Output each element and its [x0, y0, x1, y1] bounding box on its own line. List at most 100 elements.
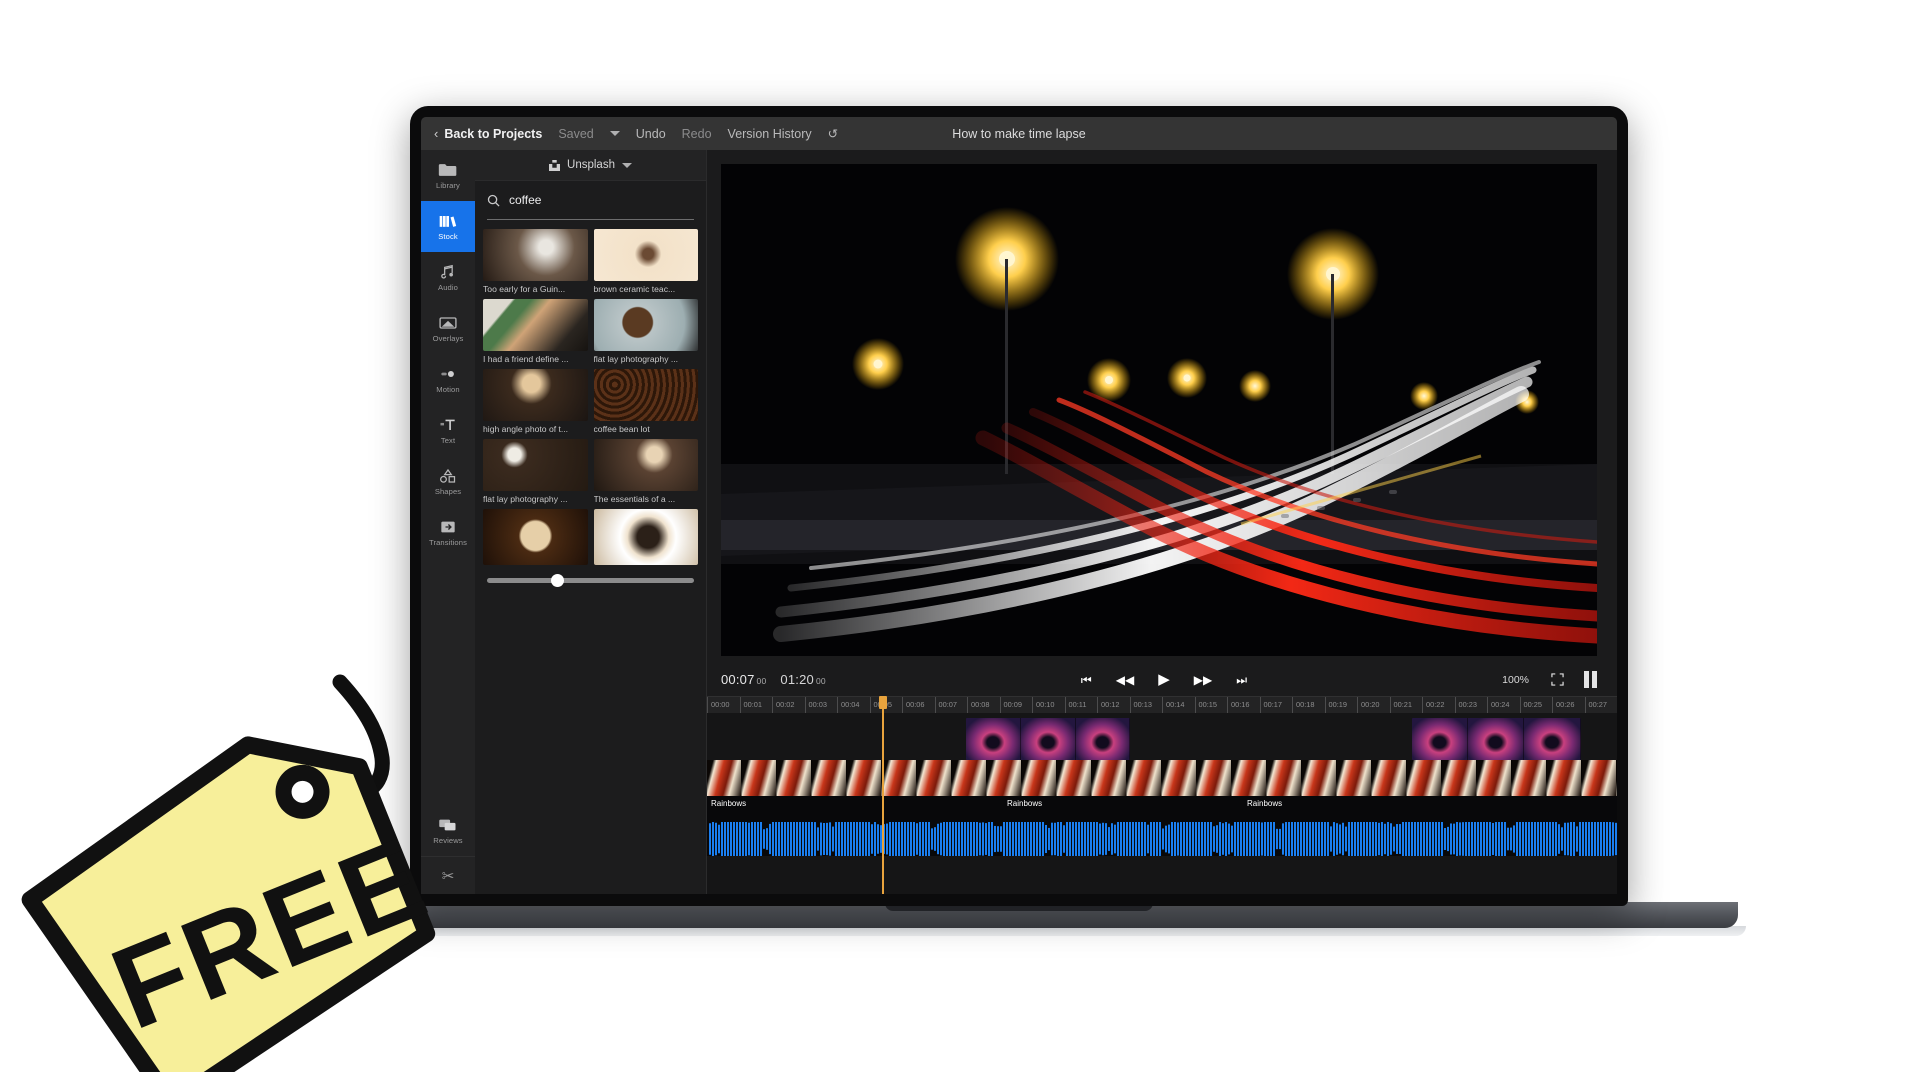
sidebar-label: Overlays	[432, 333, 464, 343]
version-history-button[interactable]: Version History	[728, 127, 812, 141]
chevron-down-icon[interactable]	[609, 131, 620, 136]
ruler-tick: 00:24	[1487, 697, 1510, 713]
sidebar-item-library[interactable]: Library	[421, 150, 475, 201]
rewind-button[interactable]: ◀◀	[1116, 674, 1134, 686]
zoom-level[interactable]: 100%	[1502, 674, 1529, 686]
clip-thumbnail	[1524, 718, 1581, 760]
ruler-tick-label: 00:03	[808, 700, 828, 709]
search-underline	[487, 219, 694, 220]
video-clip-frame	[1442, 760, 1477, 796]
stock-result-item[interactable]: high angle photo of t...	[483, 369, 588, 434]
sidebar-item-text[interactable]: Text	[421, 405, 475, 456]
ruler-tick-label: 00:19	[1328, 700, 1348, 709]
overlay-track[interactable]	[707, 713, 1617, 760]
ruler-tick: 00:23	[1454, 697, 1477, 713]
folder-icon	[438, 163, 457, 176]
ruler-tick-label: 00:16	[1231, 700, 1250, 709]
sidebar-item-overlays[interactable]: Overlays	[421, 303, 475, 354]
sidebar-label: Library	[436, 180, 460, 190]
video-clip-frame	[742, 760, 777, 796]
skip-to-start-button[interactable]: ⏮	[1081, 674, 1092, 686]
stock-source-label: Unsplash	[567, 159, 615, 171]
free-price-tag-badge: FREE	[10, 672, 510, 1080]
ruler-tick-label: 00:02	[776, 700, 795, 709]
stock-result-item[interactable]: The essentials of a ...	[593, 439, 698, 504]
slider-handle[interactable]	[551, 574, 565, 587]
stock-thumbnail	[483, 439, 588, 491]
playhead[interactable]	[882, 696, 884, 894]
stock-result-item[interactable]	[593, 509, 698, 568]
sidebar-label: Motion	[436, 384, 460, 394]
toolbar-left-group: ‹ Back to Projects Saved Undo Redo Versi…	[421, 126, 838, 141]
timeline-clip[interactable]	[1412, 718, 1581, 760]
split-view-icon[interactable]	[1584, 671, 1597, 688]
back-to-projects-button[interactable]: Back to Projects	[444, 127, 542, 141]
video-clip-frame	[1092, 760, 1127, 796]
video-clip-frame	[917, 760, 952, 796]
player-controls: 00:07 00 01:20 00 ⏮ ◀◀ ▶ ▶▶ ⏭ 100%	[721, 663, 1597, 696]
sidebar-item-shapes[interactable]: Shapes	[421, 456, 475, 507]
play-button[interactable]: ▶	[1158, 672, 1170, 687]
stock-caption: Too early for a Guin...	[483, 284, 566, 294]
stock-result-item[interactable]: flat lay photography ...	[483, 439, 588, 504]
audio-track[interactable]: Rainbows Rainbows Rainbows	[707, 796, 1617, 856]
ruler-tick: 00:05	[869, 697, 892, 713]
ruler-tick-label: 00:22	[1426, 700, 1445, 709]
ruler-tick: 00:01	[739, 697, 762, 713]
redo-button[interactable]: Redo	[682, 127, 712, 141]
stock-thumbnail	[593, 439, 698, 491]
skip-to-end-button[interactable]: ⏭	[1236, 674, 1247, 686]
ruler-tick: 00:14	[1162, 697, 1185, 713]
ruler-tick: 00:10	[1032, 697, 1055, 713]
audio-clip-label: Rainbows	[711, 799, 747, 808]
ruler-tick-label: 00:01	[743, 700, 763, 709]
sidebar-item-transitions[interactable]: Transitions	[421, 507, 475, 558]
video-track[interactable]	[707, 760, 1617, 796]
stock-source-dropdown[interactable]: Unsplash	[475, 150, 706, 181]
ruler-tick: 00:06	[902, 697, 925, 713]
search-icon	[487, 194, 500, 207]
clip-thumbnail	[966, 718, 1021, 760]
stock-result-item[interactable]	[483, 509, 588, 568]
video-clip-frame	[707, 760, 742, 796]
unsplash-icon	[549, 159, 561, 171]
total-time: 01:20 00	[780, 672, 826, 687]
search-input[interactable]	[509, 193, 659, 207]
timeline-ruler[interactable]: 00:00 00:01 00:02 00:03 00:04 00:05 00:06 00:07…	[707, 696, 1617, 713]
timeline-clip[interactable]	[966, 718, 1131, 760]
light-trails-image	[721, 164, 1597, 656]
preview-area: 00:07 00 01:20 00 ⏮ ◀◀ ▶ ▶▶ ⏭ 100% 00:00…	[707, 150, 1617, 894]
stock-search-row	[475, 181, 706, 219]
ruler-tick-label: 00:25	[1523, 700, 1543, 709]
stock-caption: flat lay photography ...	[593, 354, 679, 364]
ruler-tick: 00:20	[1357, 697, 1380, 713]
fast-forward-button[interactable]: ▶▶	[1194, 674, 1212, 686]
sidebar-item-stock[interactable]: Stock	[421, 201, 475, 252]
ruler-tick-label: 00:07	[938, 700, 958, 709]
video-clip-frame	[1021, 760, 1057, 796]
video-clip-frame	[1407, 760, 1442, 796]
audio-clip-label: Rainbows	[1007, 799, 1043, 808]
history-clock-icon[interactable]: ↺	[828, 126, 838, 141]
clip-thumbnail	[1020, 718, 1076, 760]
stock-caption: The essentials of a ...	[593, 494, 676, 504]
video-clip-frame	[952, 760, 987, 796]
stock-result-item[interactable]: brown ceramic teac...	[593, 229, 698, 294]
sidebar-item-motion[interactable]: Motion	[421, 354, 475, 405]
ruler-tick-label: 00:27	[1588, 700, 1608, 709]
ruler-tick-label: 00:21	[1393, 700, 1413, 709]
stock-result-item[interactable]: Too early for a Guin...	[483, 229, 588, 294]
ruler-tick: 00:04	[837, 697, 860, 713]
ruler-tick: 00:08	[967, 697, 990, 713]
stock-result-item[interactable]: flat lay photography ...	[593, 299, 698, 364]
video-clip-frame	[777, 760, 812, 796]
sidebar-item-audio[interactable]: Audio	[421, 252, 475, 303]
fullscreen-icon[interactable]	[1551, 673, 1564, 686]
stock-thumbnail	[483, 509, 588, 565]
stock-result-item[interactable]: coffee bean lot	[593, 369, 698, 434]
opacity-slider[interactable]	[487, 574, 694, 587]
undo-button[interactable]: Undo	[636, 127, 666, 141]
transport-controls: ⏮ ◀◀ ▶ ▶▶ ⏭	[826, 672, 1502, 687]
stock-result-item[interactable]: I had a friend define ...	[483, 299, 588, 364]
laptop-mockup: ‹ Back to Projects Saved Undo Redo Versi…	[292, 106, 1746, 936]
